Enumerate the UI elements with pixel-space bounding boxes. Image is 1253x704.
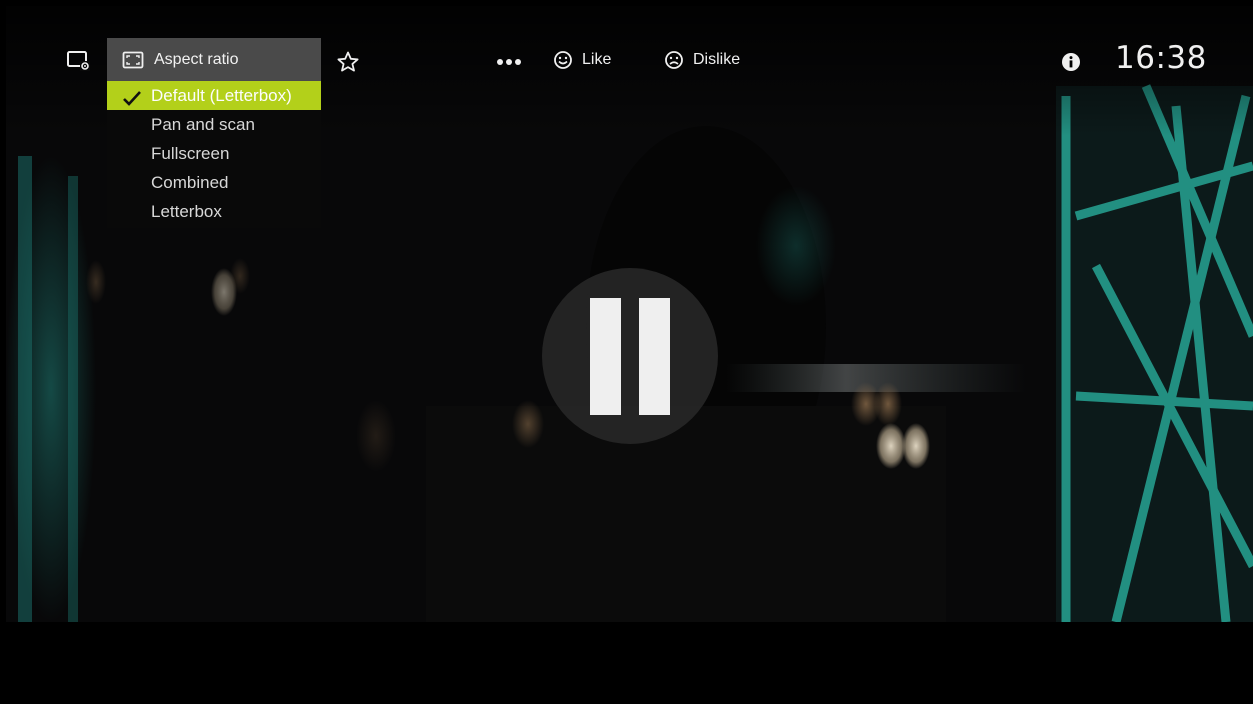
- aspect-option-fullscreen[interactable]: Fullscreen: [107, 139, 321, 168]
- aspect-ratio-icon: [122, 51, 144, 69]
- aspect-ratio-options: Default (Letterbox) Pan and scan Fullscr…: [107, 81, 321, 226]
- aspect-option-combined[interactable]: Combined: [107, 168, 321, 197]
- play-pause-button[interactable]: [542, 268, 718, 444]
- aspect-option-label: Default (Letterbox): [151, 86, 292, 105]
- screen-settings-button[interactable]: [60, 44, 96, 76]
- info-icon: [1062, 53, 1080, 71]
- dislike-label: Dislike: [693, 51, 741, 68]
- aspect-option-label: Pan and scan: [151, 115, 255, 134]
- favorite-button[interactable]: [334, 48, 362, 76]
- letterbox-bar: [0, 622, 1253, 704]
- star-outline-icon: [337, 51, 359, 72]
- aspect-option-label: Fullscreen: [151, 144, 230, 163]
- like-label: Like: [582, 51, 612, 68]
- more-dots-icon: [497, 59, 521, 65]
- clock: 16:38: [1115, 40, 1207, 76]
- sad-face-icon: [665, 51, 683, 69]
- smile-face-icon: [554, 51, 572, 69]
- aspect-ratio-button[interactable]: Aspect ratio: [107, 38, 321, 81]
- screen-settings-icon: [67, 51, 90, 71]
- aspect-option-default-letterbox[interactable]: Default (Letterbox): [107, 81, 321, 110]
- dislike-button[interactable]: Dislike: [664, 48, 740, 72]
- pause-icon: [590, 298, 621, 415]
- aspect-ratio-menu: Aspect ratio Default (Letterbox) Pan and…: [107, 38, 321, 228]
- aspect-option-label: Letterbox: [151, 202, 222, 221]
- pause-icon-bar: [639, 298, 670, 415]
- aspect-ratio-label: Aspect ratio: [154, 50, 239, 68]
- aspect-option-letterbox[interactable]: Letterbox: [107, 197, 321, 226]
- like-button[interactable]: Like: [553, 48, 611, 72]
- info-button[interactable]: [1060, 51, 1082, 73]
- more-options-button[interactable]: [495, 52, 523, 72]
- aspect-option-label: Combined: [151, 173, 229, 192]
- aspect-option-pan-and-scan[interactable]: Pan and scan: [107, 110, 321, 139]
